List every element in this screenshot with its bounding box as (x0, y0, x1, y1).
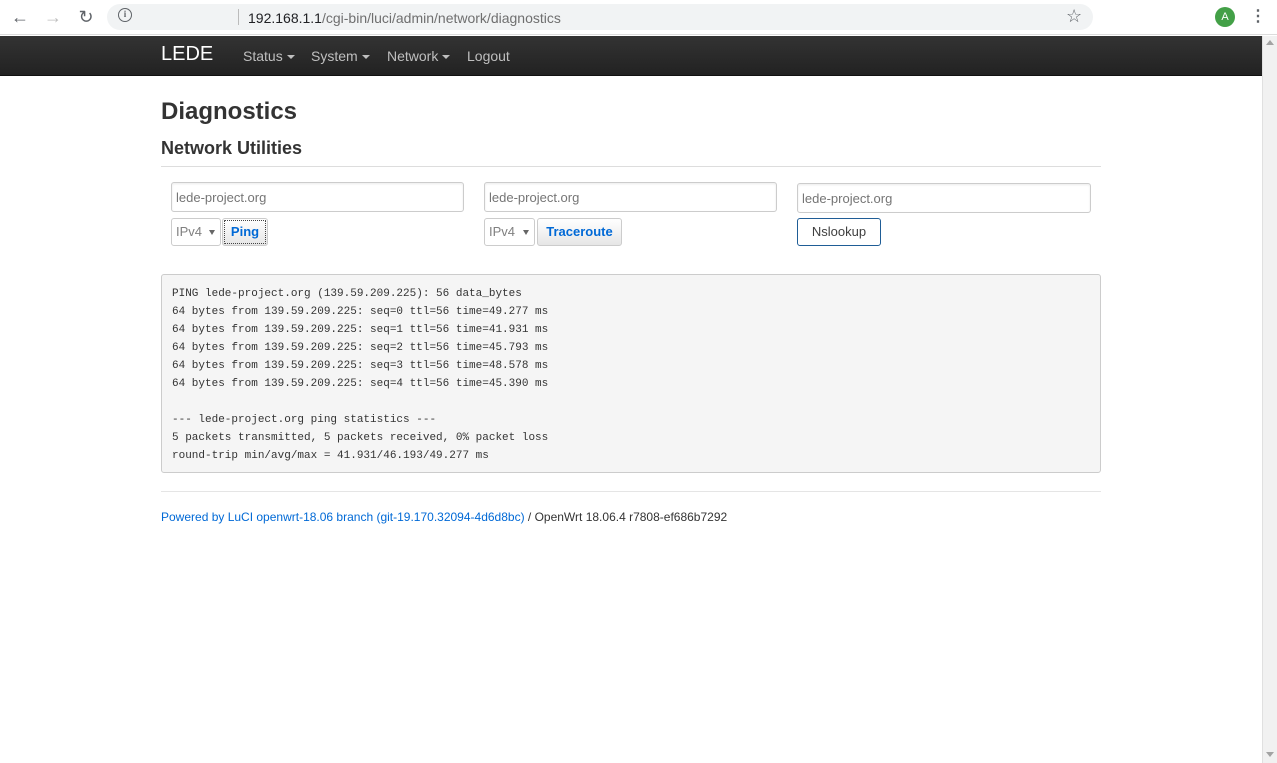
nav-status-label: Status (243, 48, 283, 64)
nav-network-label: Network (387, 48, 439, 64)
luci-version-link[interactable]: Powered by LuCI openwrt-18.06 branch (gi… (161, 510, 525, 524)
nav-logout[interactable]: Logout (467, 48, 510, 64)
section-divider (161, 166, 1101, 167)
info-icon[interactable]: i (118, 8, 132, 22)
dropdown-arrow-icon (209, 230, 215, 235)
dropdown-arrow-icon (523, 230, 529, 235)
nslookup-button[interactable]: Nslookup (797, 218, 881, 246)
command-output: PING lede-project.org (139.59.209.225): … (161, 274, 1101, 473)
forward-arrow-icon[interactable]: → (41, 6, 65, 28)
nav-network[interactable]: Network (387, 48, 451, 64)
url-text[interactable]: 192.168.1.1/cgi-bin/luci/admin/network/d… (248, 10, 561, 26)
caret-down-icon (286, 55, 295, 60)
ping-button[interactable]: Ping (222, 218, 268, 246)
reload-icon[interactable]: ↻ (74, 6, 98, 28)
traceroute-host-input[interactable] (484, 182, 777, 212)
traceroute-protocol-select[interactable]: IPv4 (484, 218, 535, 246)
url-separator (238, 9, 239, 25)
url-path: /cgi-bin/luci/admin/network/diagnostics (321, 10, 561, 26)
section-title: Network Utilities (161, 138, 303, 158)
traceroute-button[interactable]: Traceroute (537, 218, 622, 246)
top-navbar: LEDE Status System Network Logout (0, 36, 1262, 76)
nslookup-host-input[interactable] (797, 183, 1091, 213)
ping-host-input[interactable] (171, 182, 464, 212)
ping-protocol-select[interactable]: IPv4 (171, 218, 221, 246)
browser-toolbar: ← → ↻ i 192.168.1.1/cgi-bin/luci/admin/n… (0, 0, 1277, 35)
nav-status[interactable]: Status (243, 48, 295, 64)
caret-down-icon (361, 55, 370, 60)
nav-system[interactable]: System (311, 48, 370, 64)
page-title: Diagnostics (161, 98, 298, 125)
nav-system-label: System (311, 48, 358, 64)
profile-avatar[interactable]: A (1215, 7, 1235, 27)
bookmark-star-icon[interactable]: ☆ (1066, 6, 1082, 26)
scroll-up-icon[interactable] (1266, 40, 1274, 45)
back-arrow-icon[interactable]: ← (8, 6, 32, 28)
openwrt-version-text: / OpenWrt 18.06.4 r7808-ef686b7292 (524, 510, 728, 524)
footer: Powered by LuCI openwrt-18.06 branch (gi… (161, 510, 727, 524)
vertical-scrollbar[interactable] (1262, 36, 1277, 763)
caret-down-icon (442, 55, 451, 60)
brand-logo[interactable]: LEDE (161, 43, 213, 66)
scroll-down-icon[interactable] (1266, 752, 1274, 757)
ping-protocol-value: IPv4 (176, 224, 203, 239)
footer-divider (161, 491, 1101, 492)
traceroute-protocol-value: IPv4 (489, 224, 516, 239)
browser-menu-icon[interactable]: ⋮ (1250, 7, 1266, 27)
url-host: 192.168.1.1 (248, 10, 322, 26)
